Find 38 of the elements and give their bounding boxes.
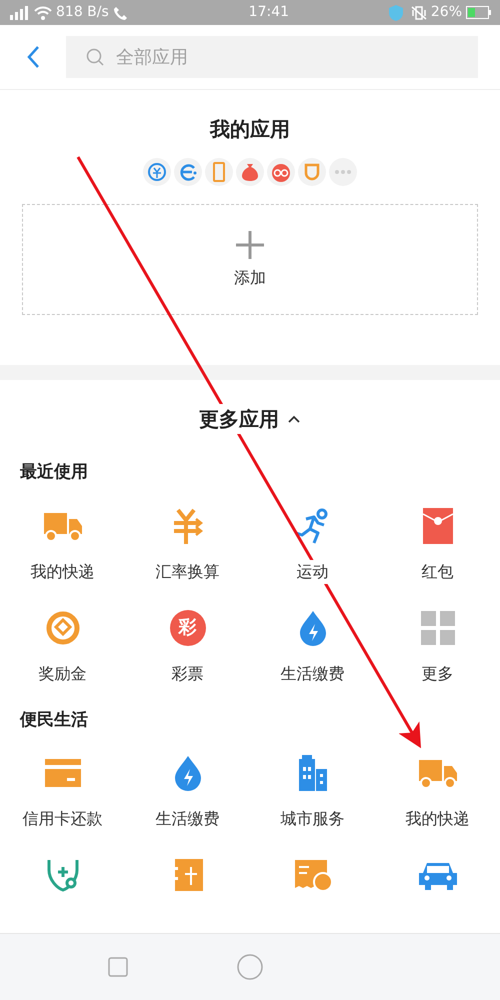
group-heading: 便民生活	[18, 708, 89, 732]
network-speed: 818 B/s	[56, 3, 109, 22]
envelope-icon	[422, 508, 452, 544]
recents-icon[interactable]	[108, 957, 128, 977]
section-title: 更多应用	[199, 404, 279, 434]
truck-icon	[418, 757, 458, 789]
card-icon	[44, 759, 80, 787]
battery-icon	[466, 6, 492, 19]
money-bag-icon	[236, 158, 264, 186]
app-label[interactable]: 运动	[296, 560, 328, 584]
vibrate-icon	[410, 6, 427, 20]
more-icon	[329, 158, 357, 186]
yen-circle-icon	[143, 158, 171, 186]
ledger-icon	[172, 859, 202, 891]
coin-icon	[46, 610, 80, 644]
plus-icon	[235, 230, 265, 260]
buildings-icon	[298, 755, 326, 791]
phone-icon	[112, 6, 129, 20]
lottery-icon: 彩	[170, 610, 206, 646]
home-icon[interactable]	[237, 954, 263, 980]
battery-percent: 26%	[430, 3, 462, 22]
group-heading: 最近使用	[19, 461, 89, 484]
section-title: 我的应用	[210, 116, 290, 143]
wifi-icon	[34, 6, 52, 20]
clock: 17:41	[248, 3, 290, 22]
add-button[interactable]: 添加	[22, 204, 478, 315]
glasses-icon	[267, 158, 295, 186]
stethoscope-icon	[44, 857, 80, 893]
invoice-icon	[292, 858, 332, 892]
back-icon	[26, 45, 40, 69]
cup-icon	[298, 158, 326, 186]
grid-icon	[420, 610, 454, 644]
caret-icon[interactable]	[287, 414, 301, 424]
shield-icon	[388, 4, 403, 20]
phone-icon	[205, 158, 233, 186]
signal-icon	[8, 6, 30, 20]
search-field[interactable]: 全部应用	[66, 36, 478, 78]
search-icon	[86, 48, 104, 66]
